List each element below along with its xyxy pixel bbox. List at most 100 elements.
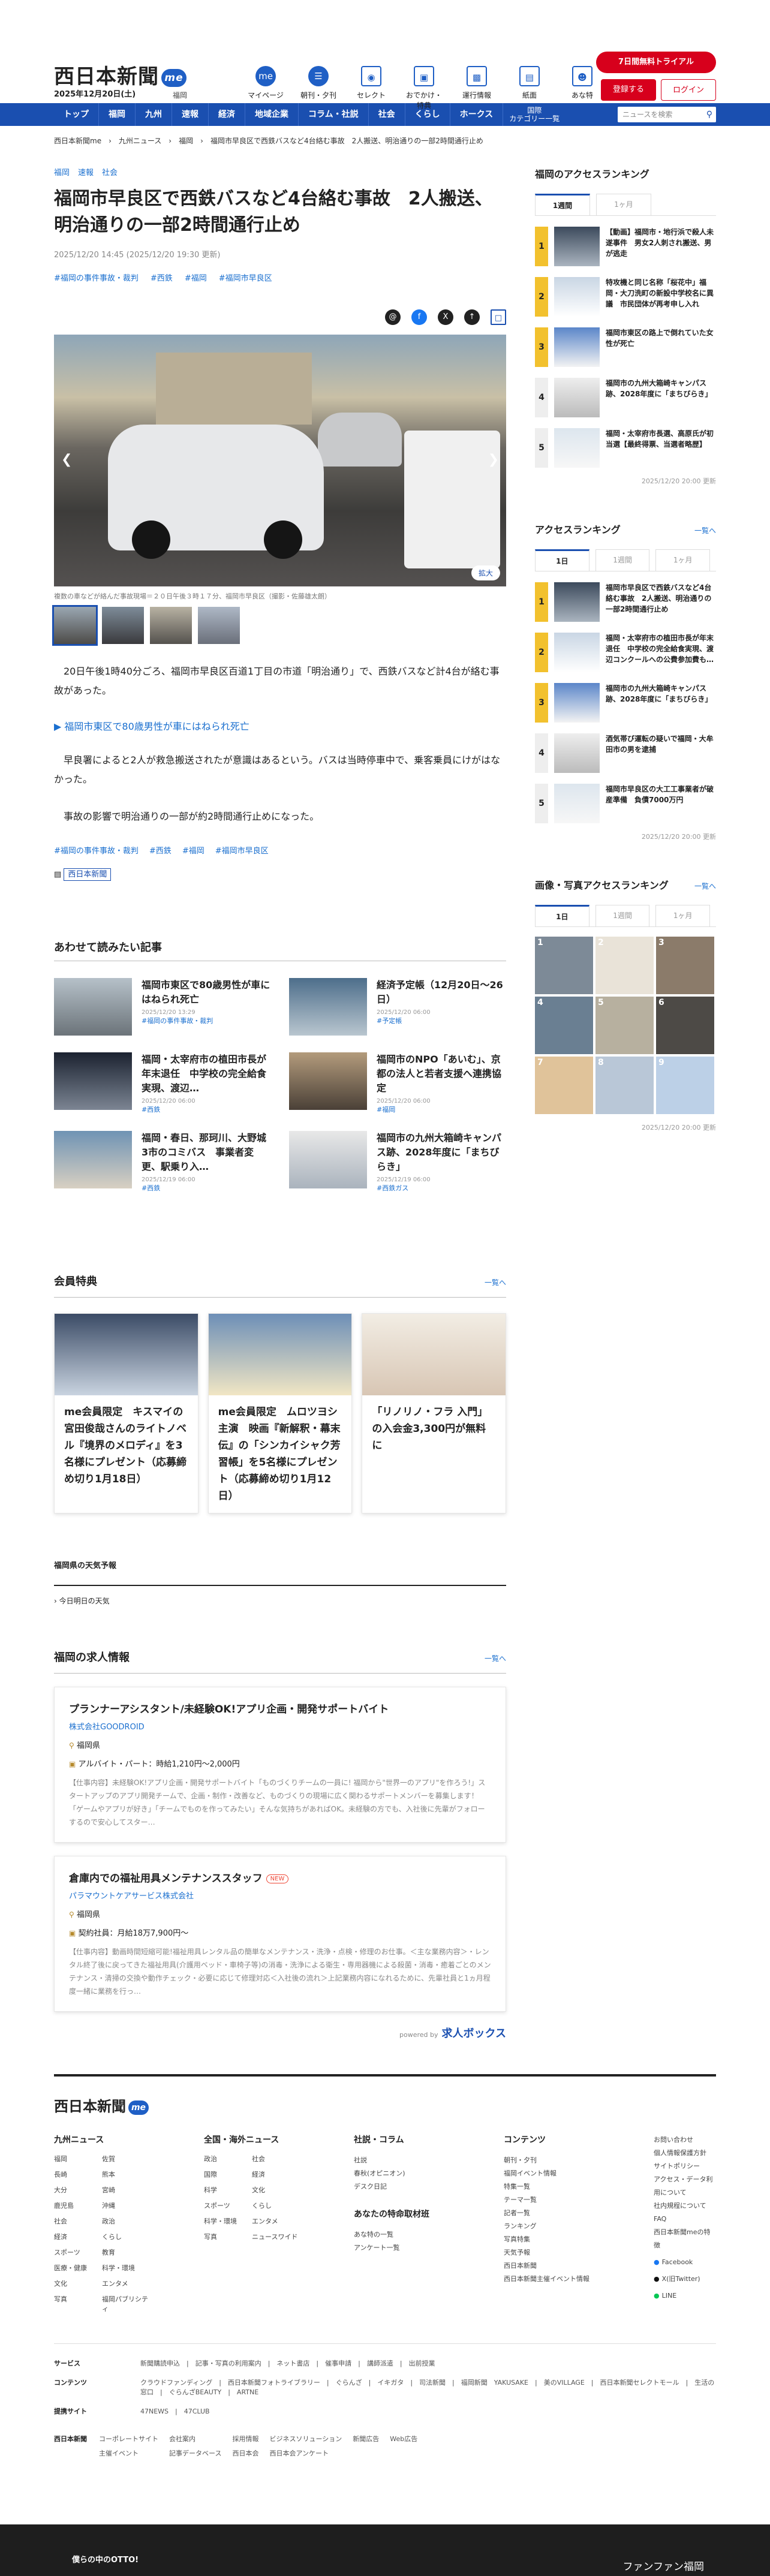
menu-category-list[interactable]: 国際 カテゴリー一覧 xyxy=(503,106,566,123)
menu-item[interactable]: 福岡 xyxy=(99,103,136,126)
ranking-item[interactable]: 2 福岡・太宰府市の植田市長が年末退任 中学校の完全給食実現、渡辺コンクールへの公… xyxy=(535,633,716,672)
corporate-link[interactable]: 採用情報 xyxy=(232,2434,258,2443)
menu-item[interactable]: ホークス xyxy=(450,103,504,126)
ranking-tab[interactable]: 1日 xyxy=(535,549,589,571)
footer-link[interactable]: 個人情報保護方針 xyxy=(654,2147,716,2160)
menu-item[interactable]: コラム・社説 xyxy=(299,103,369,126)
breadcrumb-item[interactable]: 西日本新聞me xyxy=(54,137,101,145)
category-tag[interactable]: 福岡 xyxy=(54,168,70,177)
photo-rank-item[interactable]: 5 xyxy=(595,997,654,1054)
job-company[interactable]: 株式会社GOODROID xyxy=(69,1720,491,1732)
photo-thumb[interactable] xyxy=(198,607,240,644)
register-button[interactable]: 登録する xyxy=(601,79,656,101)
photo-thumb[interactable] xyxy=(150,607,192,644)
corporate-link[interactable]: 記事データベース xyxy=(169,2448,221,2458)
job-card[interactable]: プランナーアシスタント/未経験OK!アプリ企画・開発サポートバイト 株式会社GOO… xyxy=(54,1687,506,1843)
footer-link[interactable]: アンケート一覧 xyxy=(354,2241,504,2255)
footer-link[interactable]: 福岡 xyxy=(54,2154,102,2163)
also-read-tag[interactable]: #福岡の事件事故・裁判 xyxy=(142,1016,271,1025)
also-read-title[interactable]: 福岡・太宰府市の植田市長が年末退任 中学校の完全給食実現、渡辺… xyxy=(142,1052,271,1096)
bookmark-icon[interactable]: □ xyxy=(491,309,506,325)
ranking-tab[interactable]: 1週間 xyxy=(595,905,650,926)
footer-link[interactable]: くらし xyxy=(102,2232,150,2241)
menu-item[interactable]: くらし xyxy=(405,103,450,126)
also-read-tag[interactable]: #西鉄 xyxy=(142,1105,271,1114)
rank-thumbnail[interactable] xyxy=(554,582,600,622)
x-icon[interactable]: X xyxy=(438,309,453,325)
ranking-tab[interactable]: 1日 xyxy=(535,905,589,926)
ranking-item[interactable]: 3 福岡市の九州大箱崎キャンパス跡、2028年度に「まちびらき」 xyxy=(535,683,716,723)
rank-title[interactable]: 酒気帯び運転の疑いで福岡・大牟田市の男を逮捕 xyxy=(606,733,716,755)
ranking-tab[interactable]: 1ヶ月 xyxy=(655,549,711,571)
ranking-item[interactable]: 1 福岡市早良区で西鉄バスなど4台絡む事故 2人搬送、明治通りの一部2時間通行止め xyxy=(535,582,716,622)
login-button[interactable]: ログイン xyxy=(661,79,716,101)
footer-link[interactable]: デスク日記 xyxy=(354,2180,504,2193)
hashtag-link[interactable]: #西鉄 xyxy=(151,274,173,283)
menu-item[interactable]: 経済 xyxy=(209,103,245,126)
footer-link[interactable]: 社会 xyxy=(54,2216,102,2226)
perk-title[interactable]: 「リノリノ・フラ 入門」の入会金3,300円が無料に xyxy=(362,1395,506,1462)
rank-title[interactable]: 福岡市の九州大箱崎キャンパス跡、2028年度に「まちびらき」 xyxy=(606,378,716,399)
ranking-tab[interactable]: 1週間 xyxy=(595,549,650,571)
footer-link[interactable]: 社会 xyxy=(252,2154,300,2163)
footer-heading[interactable]: 全国・海外ニュース xyxy=(204,2133,354,2145)
ranking-tab[interactable]: 1ヶ月 xyxy=(596,194,651,215)
rank-thumbnail[interactable] xyxy=(554,683,600,723)
ranking-item[interactable]: 2 特攻機と同じ名称「桜花中」福岡・大刀洗町の新設中学校名に異議 市民団体が再考申… xyxy=(535,277,716,317)
also-read-title[interactable]: 福岡・春日、那珂川、大野城3市のコミバス 事業者変更、駅乗り入… xyxy=(142,1131,271,1174)
perk-image[interactable] xyxy=(362,1314,506,1395)
share-icon[interactable]: ↑ xyxy=(464,309,480,325)
hashtag-link[interactable]: #福岡 xyxy=(182,847,204,856)
footer-link[interactable]: 特集一覧 xyxy=(504,2180,654,2193)
footer-link[interactable]: 科学・環境 xyxy=(102,2263,150,2273)
footer-link[interactable]: 経済 xyxy=(252,2169,300,2179)
footer-heading[interactable]: 九州ニュース xyxy=(54,2133,204,2145)
menu-item[interactable]: 九州 xyxy=(136,103,172,126)
job-title[interactable]: 倉庫内での福祉用具メンテナンススタッフ NEW xyxy=(69,1870,491,1885)
footer-link[interactable]: サイトポリシー xyxy=(654,2160,716,2173)
threads-icon[interactable]: @ xyxy=(385,309,401,325)
ranking-item[interactable]: 4 福岡市の九州大箱崎キャンパス跡、2028年度に「まちびらき」 xyxy=(535,378,716,417)
footer-link[interactable]: 長崎 xyxy=(54,2169,102,2179)
footer-link[interactable]: 春秋(オピニオン) xyxy=(354,2167,504,2180)
rank-thumbnail[interactable] xyxy=(554,633,600,672)
footer-row-links[interactable]: 新聞購読申込 | 記事・写真の利用案内 | ネット書店 | 催事申請 | 講師派… xyxy=(140,2358,435,2368)
menu-item[interactable]: 速報 xyxy=(172,103,209,126)
also-read-tag[interactable]: #西鉄ガス xyxy=(377,1183,506,1193)
social-link[interactable]: ● X(旧Twitter) xyxy=(654,2273,716,2286)
photo-rank-item[interactable]: 8 xyxy=(595,1057,654,1114)
corporate-link[interactable]: Web広告 xyxy=(390,2434,417,2443)
footer-link[interactable]: 大分 xyxy=(54,2185,102,2195)
footer-link[interactable]: FAQ xyxy=(654,2213,716,2226)
article-thumbnail[interactable] xyxy=(289,1052,367,1110)
footer-logo[interactable]: 西日本新聞 me xyxy=(54,2094,716,2115)
corporate-link[interactable]: 会社案内 xyxy=(169,2434,221,2443)
ranking-tab[interactable]: 1ヶ月 xyxy=(655,905,711,926)
search-icon[interactable]: ⚲ xyxy=(706,107,712,122)
menu-item[interactable]: トップ xyxy=(54,103,99,126)
article-thumbnail[interactable] xyxy=(54,978,132,1036)
rank-thumbnail[interactable] xyxy=(554,227,600,266)
menu-item[interactable]: 社会 xyxy=(369,103,405,126)
footer-link[interactable]: 西日本新聞主催イベント情報 xyxy=(504,2273,654,2286)
corporate-link[interactable]: ビジネスソリューション xyxy=(269,2434,342,2443)
also-read-title[interactable]: 福岡市東区で80歳男性が車にはねられ死亡 xyxy=(142,978,271,1007)
trial-button[interactable]: 7日間無料トライアル xyxy=(596,52,716,73)
perk-card[interactable]: me会員限定 キスマイの宮田俊哉さんのライトノベル『境界のメロディ』を3名様にプ… xyxy=(54,1313,198,1513)
footer-link[interactable]: アクセス・データ利用について xyxy=(654,2173,716,2199)
corp-logo[interactable]: 西日本新聞 xyxy=(54,2434,87,2458)
hashtag-link[interactable]: #福岡の事件事故・裁判 xyxy=(54,274,139,283)
rank-thumbnail[interactable] xyxy=(554,378,600,417)
also-read-title[interactable]: 福岡市のNPO「あいむ」、京都の法人と若者支援へ連携協定 xyxy=(377,1052,506,1096)
footer-row-links[interactable]: クラウドファンディング | 西日本新聞フォトライブラリー | ぐらんざ | イキ… xyxy=(140,2378,716,2397)
also-read-title[interactable]: 経済予定帳（12月20日～26日） xyxy=(377,978,506,1007)
also-read-tag[interactable]: #予定帳 xyxy=(377,1016,506,1025)
rank-title[interactable]: 福岡市早良区で西鉄バスなど4台絡む事故 2人搬送、明治通りの一部2時間通行止め xyxy=(606,582,716,615)
social-link[interactable]: ● LINE xyxy=(654,2289,716,2303)
footer-link[interactable]: 天気予報 xyxy=(504,2246,654,2259)
article-thumbnail[interactable] xyxy=(54,1052,132,1110)
zoom-button[interactable]: 拡大 xyxy=(471,565,500,580)
footer-link[interactable]: 写真 xyxy=(54,2294,102,2313)
footer-link[interactable]: 社内規程について xyxy=(654,2199,716,2213)
corporate-link[interactable]: 西日本会アンケート xyxy=(269,2448,342,2458)
